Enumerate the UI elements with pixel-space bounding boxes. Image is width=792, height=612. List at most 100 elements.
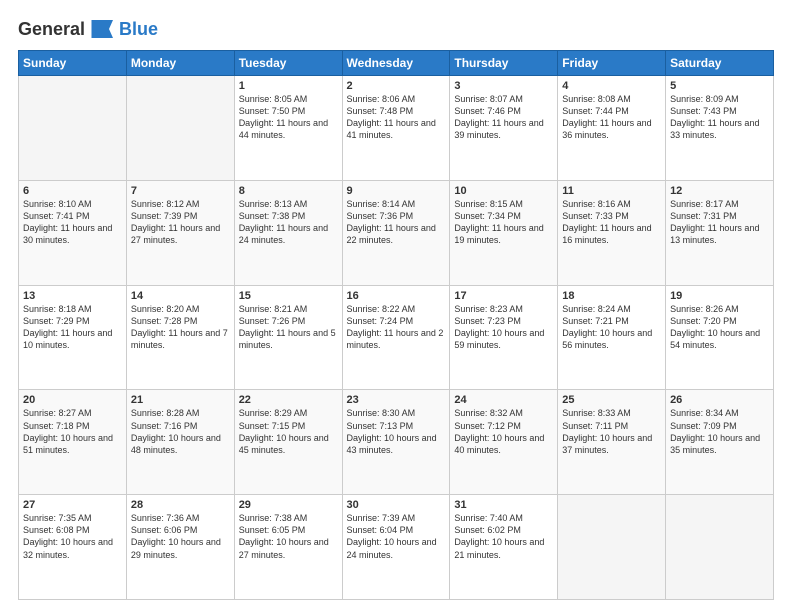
cell-text-line: Sunset: 7:43 PM bbox=[670, 105, 769, 117]
cell-text-line: Sunrise: 8:10 AM bbox=[23, 198, 122, 210]
logo-text-blue: Blue bbox=[119, 19, 158, 40]
calendar-cell: 30Sunrise: 7:39 AMSunset: 6:04 PMDayligh… bbox=[342, 495, 450, 600]
cell-text-line: Sunset: 7:13 PM bbox=[347, 420, 446, 432]
cell-text-line: Daylight: 10 hours and 24 minutes. bbox=[347, 536, 446, 560]
header: General Blue bbox=[18, 18, 774, 40]
cell-text-line: Sunrise: 7:35 AM bbox=[23, 512, 122, 524]
day-number: 18 bbox=[562, 290, 661, 302]
day-number: 8 bbox=[239, 185, 338, 197]
day-number: 20 bbox=[23, 394, 122, 406]
calendar-cell: 11Sunrise: 8:16 AMSunset: 7:33 PMDayligh… bbox=[558, 180, 666, 285]
calendar-table: SundayMondayTuesdayWednesdayThursdayFrid… bbox=[18, 50, 774, 600]
cell-text-line: Daylight: 11 hours and 16 minutes. bbox=[562, 222, 661, 246]
calendar-cell: 1Sunrise: 8:05 AMSunset: 7:50 PMDaylight… bbox=[234, 76, 342, 181]
cell-text-line: Sunrise: 8:27 AM bbox=[23, 407, 122, 419]
cell-text-line: Sunset: 7:24 PM bbox=[347, 315, 446, 327]
cell-text-line: Sunrise: 8:08 AM bbox=[562, 93, 661, 105]
cell-text-line: Sunrise: 8:15 AM bbox=[454, 198, 553, 210]
day-number: 13 bbox=[23, 290, 122, 302]
day-number: 15 bbox=[239, 290, 338, 302]
calendar-week-row: 20Sunrise: 8:27 AMSunset: 7:18 PMDayligh… bbox=[19, 390, 774, 495]
calendar-cell: 7Sunrise: 8:12 AMSunset: 7:39 PMDaylight… bbox=[126, 180, 234, 285]
cell-text-line: Sunrise: 7:38 AM bbox=[239, 512, 338, 524]
cell-text-line: Daylight: 10 hours and 59 minutes. bbox=[454, 327, 553, 351]
logo-text-general: General bbox=[18, 19, 85, 40]
cell-text-line: Sunset: 7:16 PM bbox=[131, 420, 230, 432]
calendar-day-header: Wednesday bbox=[342, 51, 450, 76]
calendar-cell: 24Sunrise: 8:32 AMSunset: 7:12 PMDayligh… bbox=[450, 390, 558, 495]
calendar-cell bbox=[126, 76, 234, 181]
cell-text-line: Sunset: 7:39 PM bbox=[131, 210, 230, 222]
cell-text-line: Daylight: 11 hours and 7 minutes. bbox=[131, 327, 230, 351]
calendar-week-row: 27Sunrise: 7:35 AMSunset: 6:08 PMDayligh… bbox=[19, 495, 774, 600]
cell-text-line: Daylight: 11 hours and 5 minutes. bbox=[239, 327, 338, 351]
calendar-cell: 4Sunrise: 8:08 AMSunset: 7:44 PMDaylight… bbox=[558, 76, 666, 181]
cell-text-line: Sunset: 7:26 PM bbox=[239, 315, 338, 327]
cell-text-line: Sunrise: 8:05 AM bbox=[239, 93, 338, 105]
cell-text-line: Sunrise: 8:22 AM bbox=[347, 303, 446, 315]
day-number: 21 bbox=[131, 394, 230, 406]
calendar-cell: 6Sunrise: 8:10 AMSunset: 7:41 PMDaylight… bbox=[19, 180, 127, 285]
calendar-cell: 5Sunrise: 8:09 AMSunset: 7:43 PMDaylight… bbox=[666, 76, 774, 181]
day-number: 1 bbox=[239, 80, 338, 92]
cell-text-line: Daylight: 10 hours and 29 minutes. bbox=[131, 536, 230, 560]
calendar-cell: 3Sunrise: 8:07 AMSunset: 7:46 PMDaylight… bbox=[450, 76, 558, 181]
cell-text-line: Sunset: 7:18 PM bbox=[23, 420, 122, 432]
cell-text-line: Sunset: 7:34 PM bbox=[454, 210, 553, 222]
day-number: 11 bbox=[562, 185, 661, 197]
cell-text-line: Daylight: 11 hours and 10 minutes. bbox=[23, 327, 122, 351]
cell-text-line: Daylight: 11 hours and 41 minutes. bbox=[347, 117, 446, 141]
cell-text-line: Sunrise: 8:09 AM bbox=[670, 93, 769, 105]
cell-text-line: Sunrise: 8:21 AM bbox=[239, 303, 338, 315]
calendar-cell: 26Sunrise: 8:34 AMSunset: 7:09 PMDayligh… bbox=[666, 390, 774, 495]
cell-text-line: Sunset: 7:44 PM bbox=[562, 105, 661, 117]
calendar-day-header: Tuesday bbox=[234, 51, 342, 76]
calendar-body: 1Sunrise: 8:05 AMSunset: 7:50 PMDaylight… bbox=[19, 76, 774, 600]
calendar-cell: 18Sunrise: 8:24 AMSunset: 7:21 PMDayligh… bbox=[558, 285, 666, 390]
cell-text-line: Sunrise: 7:39 AM bbox=[347, 512, 446, 524]
day-number: 28 bbox=[131, 499, 230, 511]
cell-text-line: Daylight: 10 hours and 54 minutes. bbox=[670, 327, 769, 351]
cell-text-line: Daylight: 10 hours and 27 minutes. bbox=[239, 536, 338, 560]
cell-text-line: Sunrise: 8:14 AM bbox=[347, 198, 446, 210]
cell-text-line: Daylight: 11 hours and 22 minutes. bbox=[347, 222, 446, 246]
cell-text-line: Sunset: 6:08 PM bbox=[23, 524, 122, 536]
logo-flag-icon bbox=[89, 18, 117, 40]
day-number: 6 bbox=[23, 185, 122, 197]
day-number: 4 bbox=[562, 80, 661, 92]
day-number: 17 bbox=[454, 290, 553, 302]
calendar-cell: 20Sunrise: 8:27 AMSunset: 7:18 PMDayligh… bbox=[19, 390, 127, 495]
cell-text-line: Sunset: 7:41 PM bbox=[23, 210, 122, 222]
day-number: 12 bbox=[670, 185, 769, 197]
calendar-day-header: Friday bbox=[558, 51, 666, 76]
cell-text-line: Daylight: 11 hours and 13 minutes. bbox=[670, 222, 769, 246]
calendar-cell: 2Sunrise: 8:06 AMSunset: 7:48 PMDaylight… bbox=[342, 76, 450, 181]
calendar-cell: 28Sunrise: 7:36 AMSunset: 6:06 PMDayligh… bbox=[126, 495, 234, 600]
calendar-week-row: 6Sunrise: 8:10 AMSunset: 7:41 PM Daylight… bbox=[19, 180, 774, 285]
cell-text-line: Sunrise: 8:20 AM bbox=[131, 303, 230, 315]
day-number: 24 bbox=[454, 394, 553, 406]
calendar-cell bbox=[558, 495, 666, 600]
calendar-cell: 29Sunrise: 7:38 AMSunset: 6:05 PMDayligh… bbox=[234, 495, 342, 600]
day-number: 10 bbox=[454, 185, 553, 197]
cell-text-line: Sunset: 7:09 PM bbox=[670, 420, 769, 432]
cell-text-line: Daylight: 11 hours and 44 minutes. bbox=[239, 117, 338, 141]
calendar-week-row: 13Sunrise: 8:18 AMSunset: 7:29 PMDayligh… bbox=[19, 285, 774, 390]
logo: General Blue bbox=[18, 18, 158, 40]
cell-text-line: Sunrise: 8:33 AM bbox=[562, 407, 661, 419]
cell-text-line: Sunset: 6:05 PM bbox=[239, 524, 338, 536]
day-number: 23 bbox=[347, 394, 446, 406]
calendar-cell: 16Sunrise: 8:22 AMSunset: 7:24 PMDayligh… bbox=[342, 285, 450, 390]
cell-text-line: Sunset: 7:50 PM bbox=[239, 105, 338, 117]
cell-text-line: Daylight: 11 hours and 36 minutes. bbox=[562, 117, 661, 141]
cell-text-line: Sunrise: 8:16 AM bbox=[562, 198, 661, 210]
cell-text-line: Sunset: 7:23 PM bbox=[454, 315, 553, 327]
cell-text-line: Sunrise: 8:23 AM bbox=[454, 303, 553, 315]
cell-text-line: Sunset: 7:46 PM bbox=[454, 105, 553, 117]
cell-text-line: Sunset: 7:36 PM bbox=[347, 210, 446, 222]
day-number: 25 bbox=[562, 394, 661, 406]
calendar-day-header: Monday bbox=[126, 51, 234, 76]
calendar-cell: 10Sunrise: 8:15 AMSunset: 7:34 PMDayligh… bbox=[450, 180, 558, 285]
cell-text-line: Daylight: 11 hours and 27 minutes. bbox=[131, 222, 230, 246]
day-number: 14 bbox=[131, 290, 230, 302]
